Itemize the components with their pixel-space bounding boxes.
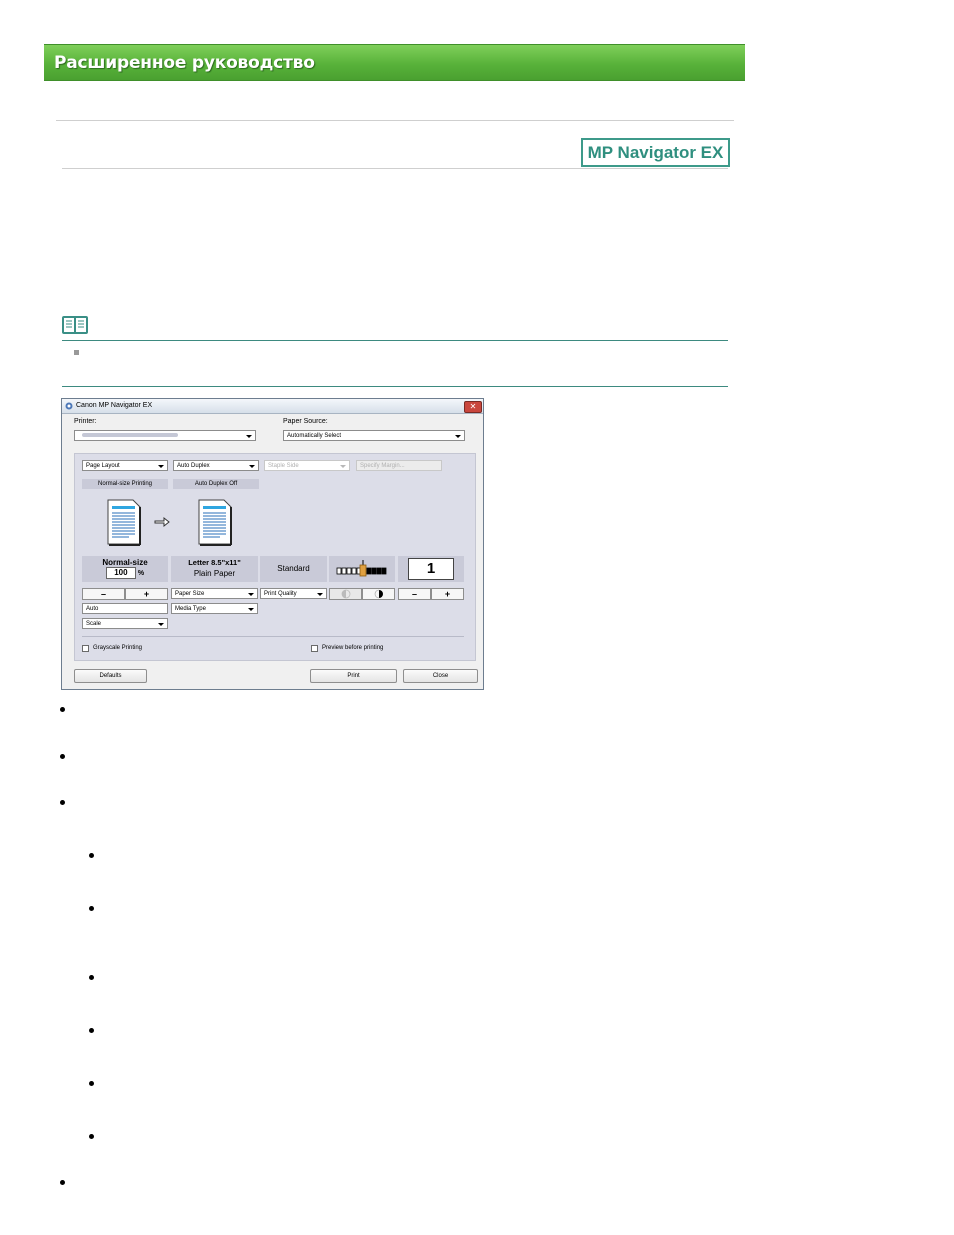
grayscale-checkbox[interactable] bbox=[82, 645, 89, 652]
close-button[interactable]: Close bbox=[403, 669, 478, 683]
auto-option[interactable]: Auto bbox=[82, 603, 168, 614]
list-bullet bbox=[60, 754, 65, 759]
specify-margin-button[interactable]: Specify Margin... bbox=[356, 460, 442, 471]
quality-box: Standard bbox=[260, 556, 327, 582]
sublist-bullet bbox=[89, 1081, 94, 1086]
preview-label: Preview before printing bbox=[322, 645, 384, 651]
media-type-label: Media Type bbox=[175, 606, 206, 612]
paper-box: Letter 8.5"x11" Plain Paper bbox=[171, 556, 258, 582]
scale-select[interactable]: Scale bbox=[82, 618, 168, 629]
staple-side-select[interactable]: Staple Side bbox=[264, 460, 350, 471]
paper-source-label: Paper Source: bbox=[283, 418, 328, 425]
copies-decrease-button[interactable]: – bbox=[398, 588, 431, 600]
chevron-down-icon bbox=[248, 608, 254, 611]
close-icon[interactable]: ✕ bbox=[464, 401, 482, 413]
chevron-down-icon bbox=[246, 435, 252, 438]
blurred-printer-name bbox=[82, 433, 178, 438]
product-badge: MP Navigator EX bbox=[581, 138, 730, 167]
preview-checkbox[interactable] bbox=[311, 645, 318, 652]
print-quality-label: Print Quality bbox=[264, 591, 297, 597]
chevron-down-icon bbox=[158, 623, 164, 626]
sublist-bullet bbox=[89, 1134, 94, 1139]
header-banner: Расширенное руководство bbox=[44, 44, 745, 81]
divider bbox=[56, 120, 734, 121]
header-title: Расширенное руководство bbox=[54, 53, 315, 73]
media-type-value: Plain Paper bbox=[193, 569, 236, 578]
chevron-down-icon bbox=[158, 465, 164, 468]
layout-tag: Normal-size Printing bbox=[82, 479, 168, 489]
scale-label: Scale bbox=[86, 621, 102, 627]
scale-increase-button[interactable]: + bbox=[125, 588, 168, 600]
book-icon bbox=[62, 316, 88, 334]
list-bullet bbox=[60, 800, 65, 805]
sublist-bullet bbox=[89, 975, 94, 980]
scale-title: Normal-size bbox=[102, 558, 148, 567]
media-type-select[interactable]: Media Type bbox=[171, 603, 258, 614]
sublist-bullet bbox=[89, 853, 94, 858]
intensity-slider-icon[interactable] bbox=[336, 560, 390, 578]
auto-duplex-value: Auto Duplex bbox=[177, 463, 210, 469]
dialog-titlebar: Canon MP Navigator EX ✕ bbox=[62, 399, 483, 414]
darker-button[interactable] bbox=[362, 588, 395, 600]
settings-panel: Page Layout Auto Duplex Staple Side Spec… bbox=[74, 453, 476, 661]
lighter-button[interactable] bbox=[329, 588, 362, 600]
duplex-tag: Auto Duplex Off bbox=[173, 479, 259, 489]
chevron-down-icon bbox=[248, 593, 254, 596]
scale-box: Normal-size 100 % bbox=[82, 556, 168, 582]
note-top-rule bbox=[62, 340, 728, 341]
sublist-bullet bbox=[89, 1028, 94, 1033]
note-bottom-rule bbox=[62, 386, 728, 387]
list-bullet bbox=[60, 1180, 65, 1185]
sublist-bullet bbox=[89, 906, 94, 911]
print-button[interactable]: Print bbox=[310, 669, 397, 683]
chevron-down-icon bbox=[249, 465, 255, 468]
staple-side-value: Staple Side bbox=[268, 463, 299, 469]
chevron-down-icon bbox=[340, 465, 346, 468]
paper-source-select[interactable]: Automatically Select bbox=[283, 430, 465, 441]
grayscale-label: Grayscale Printing bbox=[93, 645, 143, 651]
copies-value[interactable]: 1 bbox=[408, 558, 454, 580]
copies-increase-button[interactable]: + bbox=[431, 588, 464, 600]
printer-select[interactable] bbox=[74, 430, 256, 441]
half-circle-light-icon bbox=[341, 589, 350, 599]
document-icon bbox=[107, 499, 141, 546]
paper-source-value: Automatically Select bbox=[287, 433, 342, 439]
half-circle-dark-icon bbox=[374, 589, 383, 599]
print-quality-select[interactable]: Print Quality bbox=[260, 588, 327, 599]
chevron-down-icon bbox=[317, 593, 323, 596]
printer-label: Printer: bbox=[74, 418, 97, 425]
auto-duplex-select[interactable]: Auto Duplex bbox=[173, 460, 259, 471]
paper-size-label: Paper Size bbox=[175, 591, 205, 597]
panel-divider bbox=[82, 636, 464, 637]
print-dialog: Canon MP Navigator EX ✕ Printer: Paper S… bbox=[61, 398, 484, 690]
copies-box: 1 bbox=[398, 556, 464, 582]
arrow-right-icon bbox=[154, 516, 170, 528]
divider bbox=[62, 168, 728, 169]
page-layout-select[interactable]: Page Layout bbox=[82, 460, 168, 471]
paper-size-value: Letter 8.5"x11" bbox=[188, 558, 241, 567]
document-icon bbox=[198, 499, 232, 546]
chevron-down-icon bbox=[455, 435, 461, 438]
list-bullet bbox=[60, 707, 65, 712]
scale-decrease-button[interactable]: – bbox=[82, 588, 125, 600]
paper-size-select[interactable]: Paper Size bbox=[171, 588, 258, 599]
intensity-box bbox=[329, 556, 395, 582]
page-layout-value: Page Layout bbox=[86, 463, 120, 469]
dialog-title: Canon MP Navigator EX bbox=[76, 402, 153, 409]
note-bullet bbox=[74, 350, 79, 355]
defaults-button[interactable]: Defaults bbox=[74, 669, 147, 683]
scale-input[interactable]: 100 bbox=[105, 567, 136, 579]
app-icon bbox=[65, 402, 73, 410]
scale-unit: % bbox=[137, 570, 145, 577]
